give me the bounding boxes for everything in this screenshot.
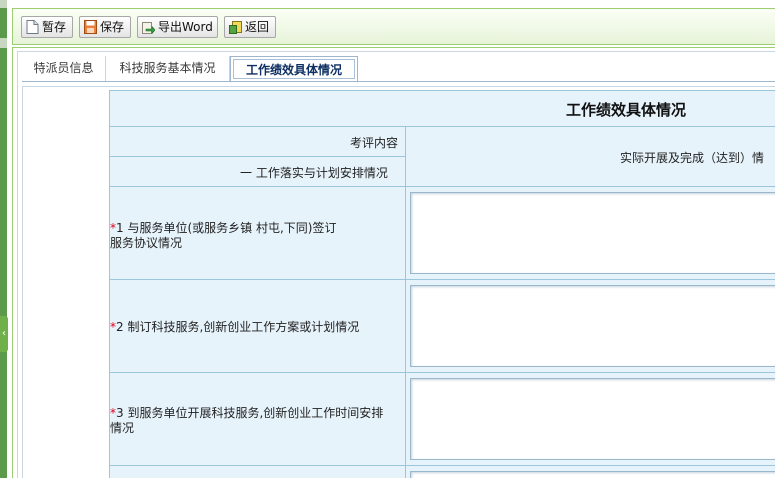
tab-label: 科技服务基本情况 bbox=[119, 61, 216, 75]
save-draft-label: 暂存 bbox=[42, 20, 67, 34]
item-3-textarea[interactable] bbox=[410, 378, 775, 460]
save-draft-button[interactable]: 暂存 bbox=[21, 16, 73, 38]
tab-label: 工作绩效具体情况 bbox=[233, 59, 355, 79]
save-button[interactable]: 保存 bbox=[79, 16, 131, 38]
item-label-line1: 1 与服务单位(或服务乡镇 村屯,下同)签订 bbox=[116, 221, 337, 235]
back-button[interactable]: 返回 bbox=[224, 16, 276, 38]
tab-performance-details[interactable]: 工作绩效具体情况 bbox=[230, 56, 358, 83]
save-label: 保存 bbox=[100, 20, 125, 34]
floppy-save-icon bbox=[84, 20, 97, 34]
item-label-line1: 2 制订科技服务,创新创业工作方案或计划情况 bbox=[116, 320, 360, 334]
item-4-textarea[interactable] bbox=[410, 471, 775, 478]
tab-divider bbox=[22, 81, 775, 82]
document-icon bbox=[26, 20, 39, 34]
item-2-textarea[interactable] bbox=[410, 285, 775, 367]
header-right-label: 实际开展及完成（达到）情 bbox=[620, 151, 765, 165]
item-label: *2 制订科技服务,创新创业工作方案或计划情况 bbox=[110, 318, 359, 335]
item-label-cell bbox=[109, 465, 406, 478]
item-label-line1: 3 到服务单位开展科技服务,创新创业工作时间安排 bbox=[116, 406, 384, 420]
form-title: 工作绩效具体情况 bbox=[566, 101, 687, 119]
collapse-sidebar-handle[interactable]: ‹ bbox=[0, 316, 8, 352]
header-left-label: 考评内容 bbox=[350, 136, 399, 150]
export-word-button[interactable]: 导出Word bbox=[137, 16, 218, 38]
item-label: *3 到服务单位开展科技服务,创新创业工作时间安排 bbox=[110, 404, 383, 421]
left-edge-strip bbox=[0, 0, 7, 478]
tab-service-basic[interactable]: 科技服务基本情况 bbox=[106, 56, 230, 82]
export-word-label: 导出Word bbox=[158, 20, 213, 34]
tab-label: 特派员信息 bbox=[33, 61, 94, 75]
section-label: 一 工作落实与计划安排情况 bbox=[240, 166, 388, 180]
export-arrow-icon bbox=[142, 22, 155, 34]
toolbar: 暂存 保存 导出Word 返回 bbox=[12, 8, 775, 45]
back-icon bbox=[229, 21, 242, 34]
item-label-line2: 情况 bbox=[110, 421, 135, 435]
tab-specialist-info[interactable]: 特派员信息 bbox=[22, 56, 106, 82]
item-1-textarea[interactable] bbox=[410, 192, 775, 274]
chevron-left-icon: ‹ bbox=[2, 328, 6, 339]
item-label-line2: 服务协议情况 bbox=[110, 236, 183, 250]
page: ‹ 暂存 保存 导出Word 返回 特派员信息 科技服务基本情况 工作绩效具体情… bbox=[0, 0, 775, 478]
back-label: 返回 bbox=[245, 20, 270, 34]
